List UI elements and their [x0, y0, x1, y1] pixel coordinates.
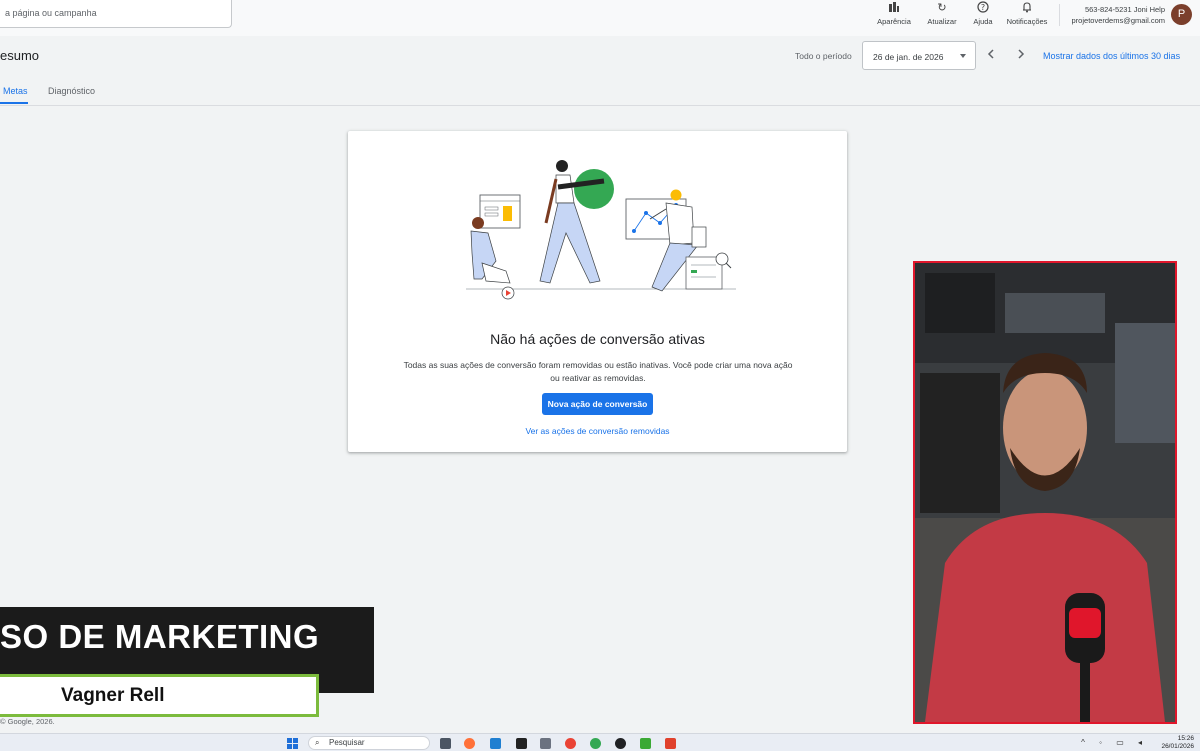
date-range-value: 26 de jan. de 2026	[873, 52, 944, 62]
recorder-app-icon[interactable]	[665, 738, 676, 749]
account-email: projetoverdems@gmail.com	[1071, 16, 1165, 25]
bell-icon	[1003, 1, 1051, 15]
camtasia-icon[interactable]	[640, 738, 651, 749]
empty-state-description: Todas as suas ações de conversão foram r…	[403, 360, 793, 383]
search-icon: ⌕	[315, 738, 320, 747]
windows-start-icon[interactable]	[287, 738, 298, 749]
help-button[interactable]: ? Ajuda	[959, 0, 1007, 26]
taskbar-search[interactable]: ⌕ Pesquisar	[308, 736, 430, 750]
new-conversion-action-button[interactable]: Nova ação de conversão	[542, 393, 653, 415]
media-app-icon[interactable]	[615, 738, 626, 749]
chevron-left-icon	[987, 49, 994, 59]
system-tray-icons[interactable]: ^ ◦ ▭ ◂	[1081, 738, 1148, 747]
empty-state-illustration-icon	[466, 160, 736, 300]
clock-date: 26/01/2026	[1161, 743, 1194, 750]
clock[interactable]: 15:26 26/01/2026	[1161, 735, 1194, 751]
caret-down-icon	[960, 54, 966, 58]
task-view-icon[interactable]	[440, 738, 451, 749]
appearance-button[interactable]: Aparência	[870, 0, 918, 26]
account-id: 563-824-5231 Joni Help	[1084, 5, 1165, 14]
show-last-30-days-link[interactable]: Mostrar dados dos últimos 30 dias	[1043, 51, 1180, 61]
taskbar: ⌕ Pesquisar ^ ◦ ▭ ◂ 15:26 26/01/2026	[0, 733, 1200, 751]
help-icon: ?	[959, 1, 1007, 15]
tab-metas[interactable]: Metas	[3, 86, 28, 96]
next-period-button[interactable]	[1014, 47, 1028, 61]
empty-state-title: Não há ações de conversão ativas	[490, 331, 705, 347]
page-title: esumo	[0, 48, 40, 63]
notifications-label: Notificações	[1006, 17, 1048, 26]
svg-text:?: ?	[981, 3, 985, 12]
view-removed-actions-link[interactable]: Ver as ações de conversão removidas	[348, 426, 847, 436]
camera-app-icon[interactable]	[540, 738, 551, 749]
search-input[interactable]: a página ou campanha	[0, 0, 232, 28]
refresh-label: Atualizar	[927, 17, 957, 26]
help-label: Ajuda	[973, 17, 993, 26]
previous-period-button[interactable]	[984, 47, 998, 61]
appearance-icon	[870, 1, 918, 15]
tab-bar: Metas Diagnóstico	[0, 80, 1200, 106]
taskbar-search-label: Pesquisar	[329, 738, 365, 747]
clock-time: 15:26	[1177, 735, 1194, 742]
chevron-right-icon	[1018, 49, 1025, 59]
presenter-video-icon	[915, 263, 1175, 722]
copyright-text: © Google, 2026.	[0, 717, 55, 726]
sticky-app-icon[interactable]	[516, 738, 527, 749]
chrome-profile-icon[interactable]	[590, 738, 601, 749]
chrome-icon[interactable]	[565, 738, 576, 749]
period-label: Todo o período	[795, 51, 852, 61]
monitor-app-icon[interactable]	[490, 738, 501, 749]
webcam-overlay	[913, 261, 1177, 724]
tab-diagnostico[interactable]: Diagnóstico	[48, 86, 95, 96]
toolbar-divider	[1059, 4, 1060, 26]
banner-title: SO DE MARKETING	[0, 618, 320, 655]
presenter-name: Vagner Rell	[0, 674, 319, 717]
account-info[interactable]: 563-824-5231 Joni Help projetoverdems@gm…	[1072, 4, 1165, 26]
top-bar: a página ou campanha Aparência ↻ Atualiz…	[0, 0, 1200, 36]
notifications-button[interactable]: Notificações	[1003, 0, 1051, 26]
firefox-icon[interactable]	[464, 738, 475, 749]
empty-state-card: Não há ações de conversão ativas Todas a…	[348, 131, 847, 452]
avatar[interactable]: P	[1171, 4, 1192, 25]
appearance-label: Aparência	[877, 17, 911, 26]
active-tab-indicator	[0, 102, 28, 104]
date-range-select[interactable]: 26 de jan. de 2026	[862, 41, 976, 70]
